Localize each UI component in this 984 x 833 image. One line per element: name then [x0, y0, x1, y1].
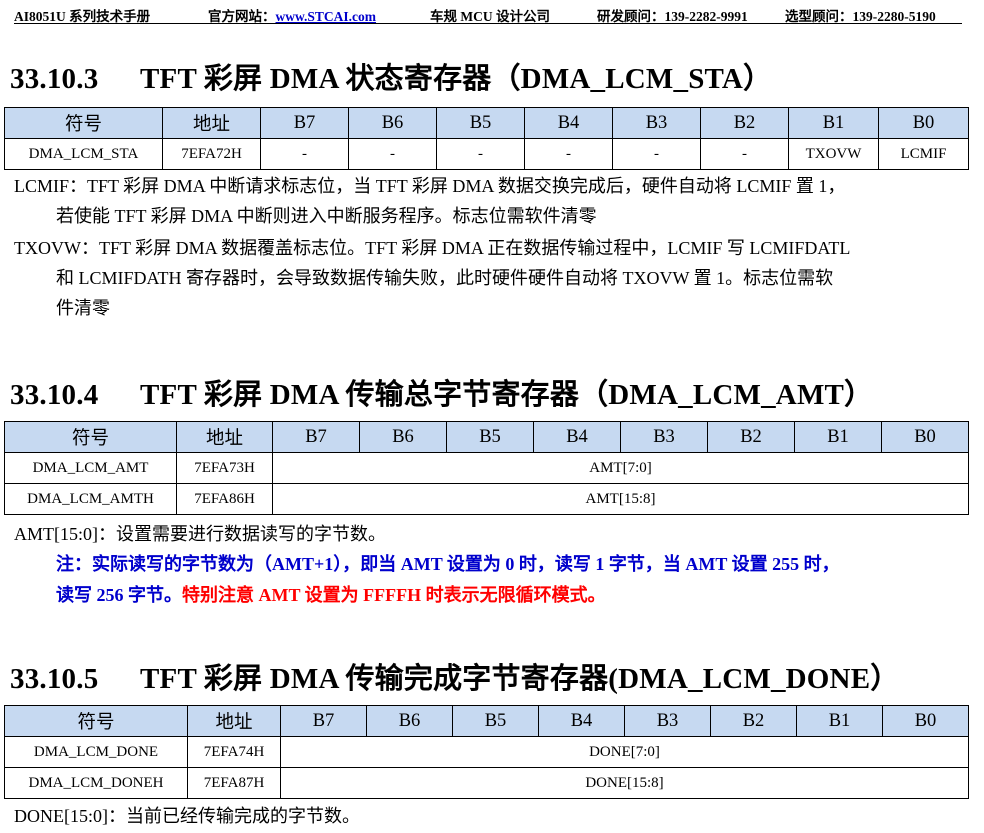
field-cell: AMT[7:0]: [272, 452, 969, 484]
header-cell: B0: [881, 421, 969, 453]
header-cell: B7: [272, 421, 360, 453]
header-cell: B3: [620, 421, 708, 453]
register-table: 符号 地址 B7 B6 B5 B4 B3 B2 B1 B0 DMA_LCM_DO…: [4, 705, 969, 799]
header-cell: 地址: [176, 421, 273, 453]
header-cell: B4: [524, 107, 613, 139]
header-cell: B4: [538, 705, 625, 737]
page-header: AI8051U 系列技术手册 官方网站：www.STCAI.com 车规 MCU…: [14, 3, 962, 24]
header-cell: B1: [794, 421, 882, 453]
section-heading: 33.10.3 TFT 彩屏 DMA 状态寄存器（DMA_LCM_STA）: [10, 55, 772, 97]
header-cell: B7: [280, 705, 367, 737]
header-cell: B5: [446, 421, 534, 453]
header-cell: B2: [700, 107, 789, 139]
header-cell: B3: [612, 107, 701, 139]
description-line: TXOVW：TFT 彩屏 DMA 数据覆盖标志位。TFT 彩屏 DMA 正在数据…: [14, 238, 851, 258]
description-line: 若使能 TFT 彩屏 DMA 中断则进入中断服务程序。标志位需软件清零: [56, 206, 597, 226]
header-cell: B6: [348, 107, 437, 139]
header-cell: B3: [624, 705, 711, 737]
table-row: DMA_LCM_DONE 7EFA74H DONE[7:0]: [4, 736, 969, 768]
header-cell: 符号: [4, 421, 177, 453]
header-cell: 符号: [4, 705, 188, 737]
note-line: 读写 256 字节。特别注意 AMT 设置为 FFFFH 时表示无限循环模式。: [56, 580, 606, 610]
address-cell: 7EFA74H: [187, 736, 281, 768]
table-row: DMA_LCM_DONEH 7EFA87H DONE[15:8]: [4, 767, 969, 799]
header-cell: 符号: [4, 107, 163, 139]
symbol-cell: DMA_LCM_DONE: [4, 736, 188, 768]
description-line: 件清零: [56, 298, 110, 318]
note-text-blue: 读写 256 字节。: [56, 585, 182, 605]
bit-cell: LCMIF: [878, 138, 969, 170]
header-cell: B1: [788, 107, 879, 139]
section-heading: 33.10.4 TFT 彩屏 DMA 传输总字节寄存器（DMA_LCM_AMT）: [10, 371, 873, 413]
field-cell: DONE[7:0]: [280, 736, 969, 768]
description-line: 和 LCMIFDATH 寄存器时，会导致数据传输失败，此时硬件硬件自动将 TXO…: [56, 268, 834, 288]
header-cell: B5: [436, 107, 525, 139]
table-header-row: 符号 地址 B7 B6 B5 B4 B3 B2 B1 B0: [4, 421, 969, 453]
header-cell: B0: [882, 705, 969, 737]
note-text-red: 特别注意 AMT 设置为 FFFFH 时表示无限循环模式。: [182, 585, 606, 605]
bit-cell: -: [260, 138, 349, 170]
description-line: LCMIF：TFT 彩屏 DMA 中断请求标志位，当 TFT 彩屏 DMA 数据…: [14, 176, 846, 196]
section-title: TFT 彩屏 DMA 传输完成字节寄存器(DMA_LCM_DONE）: [140, 663, 900, 695]
header-cell: B6: [359, 421, 447, 453]
bit-cell: -: [612, 138, 701, 170]
symbol-cell: DMA_LCM_AMTH: [4, 483, 177, 515]
header-cell: B4: [533, 421, 621, 453]
address-cell: 7EFA73H: [176, 452, 273, 484]
section-title: TFT 彩屏 DMA 状态寄存器（DMA_LCM_STA）: [140, 63, 773, 95]
website-link[interactable]: www.STCAI.com: [276, 9, 377, 24]
section-title: TFT 彩屏 DMA 传输总字节寄存器（DMA_LCM_AMT）: [140, 379, 874, 411]
table-row: DMA_LCM_STA 7EFA72H - - - - - - TXOVW LC…: [4, 138, 969, 170]
sel-contact: 选型顾问：139-2280-5190: [785, 9, 936, 24]
section-number: 33.10.5: [10, 663, 99, 695]
header-cell: B7: [260, 107, 349, 139]
product-name: AI8051U 系列技术手册: [14, 9, 151, 24]
header-cell: B2: [707, 421, 795, 453]
register-table: 符号 地址 B7 B6 B5 B4 B3 B2 B1 B0 DMA_LCM_AM…: [4, 421, 969, 515]
header-cell: B2: [710, 705, 797, 737]
table-header-row: 符号 地址 B7 B6 B5 B4 B3 B2 B1 B0: [4, 107, 969, 139]
section-number: 33.10.4: [10, 379, 99, 411]
table-header-row: 符号 地址 B7 B6 B5 B4 B3 B2 B1 B0: [4, 705, 969, 737]
symbol-cell: DMA_LCM_STA: [4, 138, 163, 170]
bit-cell: -: [436, 138, 525, 170]
dev-contact: 研发顾问：139-2282-9991: [597, 9, 748, 24]
symbol-cell: DMA_LCM_DONEH: [4, 767, 188, 799]
field-cell: AMT[15:8]: [272, 483, 969, 515]
note-line: 注：实际读写的字节数为（AMT+1），即当 AMT 设置为 0 时，读写 1 字…: [56, 554, 840, 574]
address-cell: 7EFA72H: [162, 138, 261, 170]
header-cell: 地址: [187, 705, 281, 737]
field-cell: DONE[15:8]: [280, 767, 969, 799]
company-tagline: 车规 MCU 设计公司: [430, 9, 550, 24]
header-cell: B0: [878, 107, 969, 139]
section-number: 33.10.3: [10, 63, 99, 95]
website-label: 官方网站：www.STCAI.com: [208, 9, 377, 24]
header-cell: B1: [796, 705, 883, 737]
table-row: DMA_LCM_AMTH 7EFA86H AMT[15:8]: [4, 483, 969, 515]
header-cell: B5: [452, 705, 539, 737]
table-row: DMA_LCM_AMT 7EFA73H AMT[7:0]: [4, 452, 969, 484]
header-cell: 地址: [162, 107, 261, 139]
description-line: AMT[15:0]：设置需要进行数据读写的字节数。: [14, 524, 386, 544]
description-line: DONE[15:0]：当前已经传输完成的字节数。: [14, 806, 360, 826]
symbol-cell: DMA_LCM_AMT: [4, 452, 177, 484]
bit-cell: -: [524, 138, 613, 170]
bit-cell: TXOVW: [788, 138, 879, 170]
header-cell: B6: [366, 705, 453, 737]
bit-cell: -: [348, 138, 437, 170]
address-cell: 7EFA86H: [176, 483, 273, 515]
address-cell: 7EFA87H: [187, 767, 281, 799]
register-table: 符号 地址 B7 B6 B5 B4 B3 B2 B1 B0 DMA_LCM_ST…: [4, 107, 969, 170]
bit-cell: -: [700, 138, 789, 170]
section-heading: 33.10.5 TFT 彩屏 DMA 传输完成字节寄存器(DMA_LCM_DONE…: [10, 655, 899, 697]
